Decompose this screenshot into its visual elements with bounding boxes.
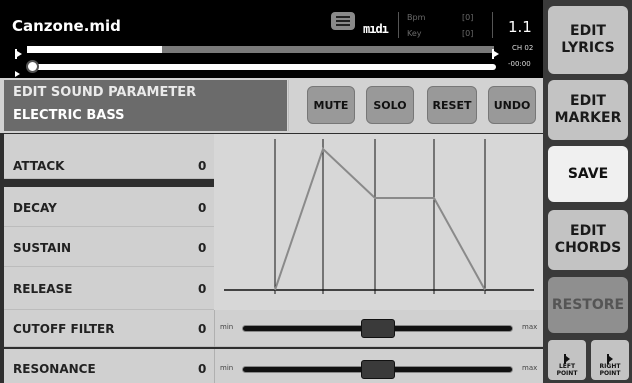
- play-position-arrow-icon: [14, 63, 22, 77]
- reset-button[interactable]: RESET: [427, 86, 477, 124]
- loop-right-marker-icon[interactable]: [491, 44, 501, 59]
- envelope-graph-svg: [224, 139, 534, 294]
- button-label: EDIT: [570, 223, 606, 240]
- edit-marker-button[interactable]: EDIT MARKER: [548, 80, 628, 140]
- instrument-name: ELECTRIC BASS: [13, 108, 125, 123]
- save-button[interactable]: SAVE: [548, 146, 628, 202]
- button-label: EDIT: [570, 23, 606, 40]
- bpm-value: [0]: [462, 13, 474, 22]
- time-remaining: -00:00: [508, 60, 531, 68]
- bar-position: 1.1: [508, 18, 532, 36]
- slider-value: 0: [198, 362, 207, 376]
- param-value: 0: [198, 201, 207, 215]
- button-label: EDIT: [570, 93, 606, 110]
- song-title: Canzone.mid: [12, 17, 121, 35]
- left-point-button[interactable]: LEFT POINT: [548, 340, 586, 380]
- loop-left-marker-icon[interactable]: [14, 44, 24, 59]
- param-value: 0: [198, 159, 207, 173]
- button-label: POINT: [599, 369, 621, 377]
- button-label: MARKER: [554, 110, 622, 126]
- param-label: DECAY: [13, 201, 57, 215]
- restore-button[interactable]: RESTORE: [548, 277, 628, 333]
- divider: [214, 310, 215, 347]
- divider: [288, 80, 289, 131]
- divider: [492, 12, 493, 38]
- midi-logo: mıdı: [363, 22, 389, 36]
- list-icon[interactable]: [331, 12, 355, 30]
- slider-value: 0: [198, 322, 207, 336]
- divider: [214, 349, 215, 383]
- resonance-slider-knob[interactable]: [360, 360, 395, 379]
- button-label: POINT: [556, 369, 578, 377]
- channel-indicator: CH 02: [512, 44, 534, 52]
- page-title: EDIT SOUND PARAMETER: [13, 85, 197, 100]
- edit-lyrics-button[interactable]: EDIT LYRICS: [548, 6, 628, 74]
- envelope-curve: [274, 147, 486, 291]
- param-value: 0: [198, 241, 207, 255]
- key-value: [0]: [462, 29, 474, 38]
- min-label: min: [220, 323, 234, 331]
- bpm-label: Bpm: [407, 13, 426, 22]
- button-label: RESTORE: [551, 296, 625, 313]
- param-label: SUSTAIN: [13, 241, 72, 255]
- slider-label: RESONANCE: [13, 362, 96, 376]
- button-label: LYRICS: [561, 40, 615, 56]
- edit-chords-button[interactable]: EDIT CHORDS: [548, 210, 628, 270]
- loop-range-fill: [27, 46, 163, 53]
- max-label: max: [522, 323, 538, 331]
- min-label: min: [220, 364, 234, 372]
- slider-label: CUTOFF FILTER: [13, 322, 115, 336]
- max-label: max: [522, 364, 538, 372]
- solo-button[interactable]: SOLO: [366, 86, 414, 124]
- song-position-track[interactable]: [32, 64, 496, 70]
- song-position-knob[interactable]: [26, 60, 39, 73]
- envelope-graph[interactable]: [214, 134, 543, 310]
- cutoff-slider-knob[interactable]: [360, 319, 395, 338]
- undo-button[interactable]: UNDO: [488, 86, 536, 124]
- mute-button[interactable]: MUTE: [307, 86, 355, 124]
- button-label: SAVE: [567, 165, 609, 182]
- param-label: RELEASE: [13, 282, 73, 296]
- divider: [398, 12, 399, 38]
- button-label: CHORDS: [554, 240, 622, 256]
- param-label: ATTACK: [13, 159, 65, 173]
- param-value: 0: [198, 282, 207, 296]
- right-point-button[interactable]: RIGHT POINT: [591, 340, 629, 380]
- key-label: Key: [407, 29, 422, 38]
